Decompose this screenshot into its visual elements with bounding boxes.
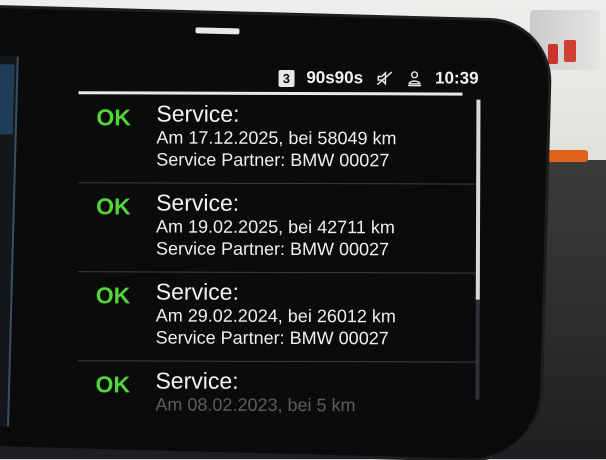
left-side-panel (0, 56, 19, 427)
entry-date-mileage: Am 08.02.2023, bei 5 km (155, 394, 356, 416)
status-ok: OK (96, 193, 131, 220)
service-list[interactable]: OK Service: Am 17.12.2025, bei 58049 km … (77, 94, 479, 421)
status-ok: OK (95, 371, 131, 398)
top-notch (195, 27, 240, 35)
station-name: 90s90s (306, 68, 364, 88)
list-item[interactable]: OK Service: Am 08.02.2023, bei 5 km (77, 361, 478, 421)
list-item[interactable]: OK Service: Am 19.02.2025, bei 42711 km … (77, 183, 479, 274)
background-red-plug (548, 44, 558, 64)
list-item[interactable]: OK Service: Am 29.02.2024, bei 26012 km … (77, 272, 478, 363)
entry-partner: Service Partner: BMW 00027 (155, 238, 390, 260)
entry-title: Service: (156, 189, 240, 216)
entry-date-mileage: Am 19.02.2025, bei 42711 km (156, 216, 395, 238)
status-ok: OK (96, 104, 131, 131)
mute-icon (376, 71, 392, 86)
entry-date-mileage: Am 29.02.2024, bei 26012 km (155, 305, 396, 327)
entry-title: Service: (156, 100, 240, 127)
entry-partner: Service Partner: BMW 00027 (155, 327, 389, 349)
list-item[interactable]: OK Service: Am 17.12.2025, bei 58049 km … (78, 94, 479, 185)
scrollbar[interactable] (475, 99, 481, 400)
background-red-plug (564, 40, 576, 62)
scroll-thumb[interactable] (475, 99, 481, 300)
profile-icon (407, 71, 421, 87)
entry-date-mileage: Am 17.12.2025, bei 58049 km (156, 127, 397, 149)
status-bar: 3 90s90s 10:39 (78, 62, 479, 96)
mode-badge: 3 (278, 69, 295, 87)
display-bezel: 3 90s90s 10:39 OK Service: Am 17.12.2025… (0, 8, 550, 460)
status-ok: OK (95, 282, 131, 309)
clock: 10:39 (435, 68, 479, 88)
entry-partner: Service Partner: BMW 00027 (156, 149, 390, 171)
entry-title: Service: (155, 367, 239, 394)
entry-title: Service: (155, 278, 239, 305)
service-history-screen: 3 90s90s 10:39 OK Service: Am 17.12.2025… (77, 62, 498, 423)
